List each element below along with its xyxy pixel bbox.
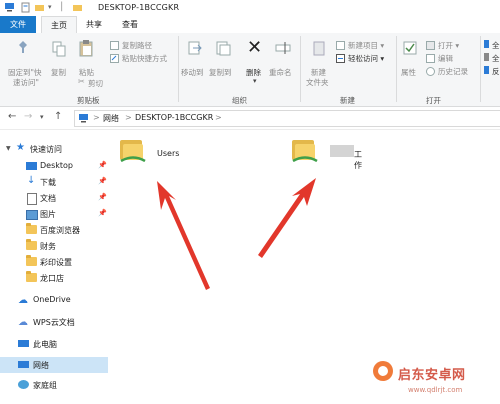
- watermark-logo-icon: [373, 361, 393, 381]
- annotation-arrows: [157, 178, 316, 290]
- red-arrow-icon: [157, 181, 210, 290]
- red-arrow-icon: [258, 178, 316, 258]
- watermark-url: www.qdlrjt.com: [408, 386, 463, 394]
- watermark-text: 启东安卓网: [398, 368, 466, 383]
